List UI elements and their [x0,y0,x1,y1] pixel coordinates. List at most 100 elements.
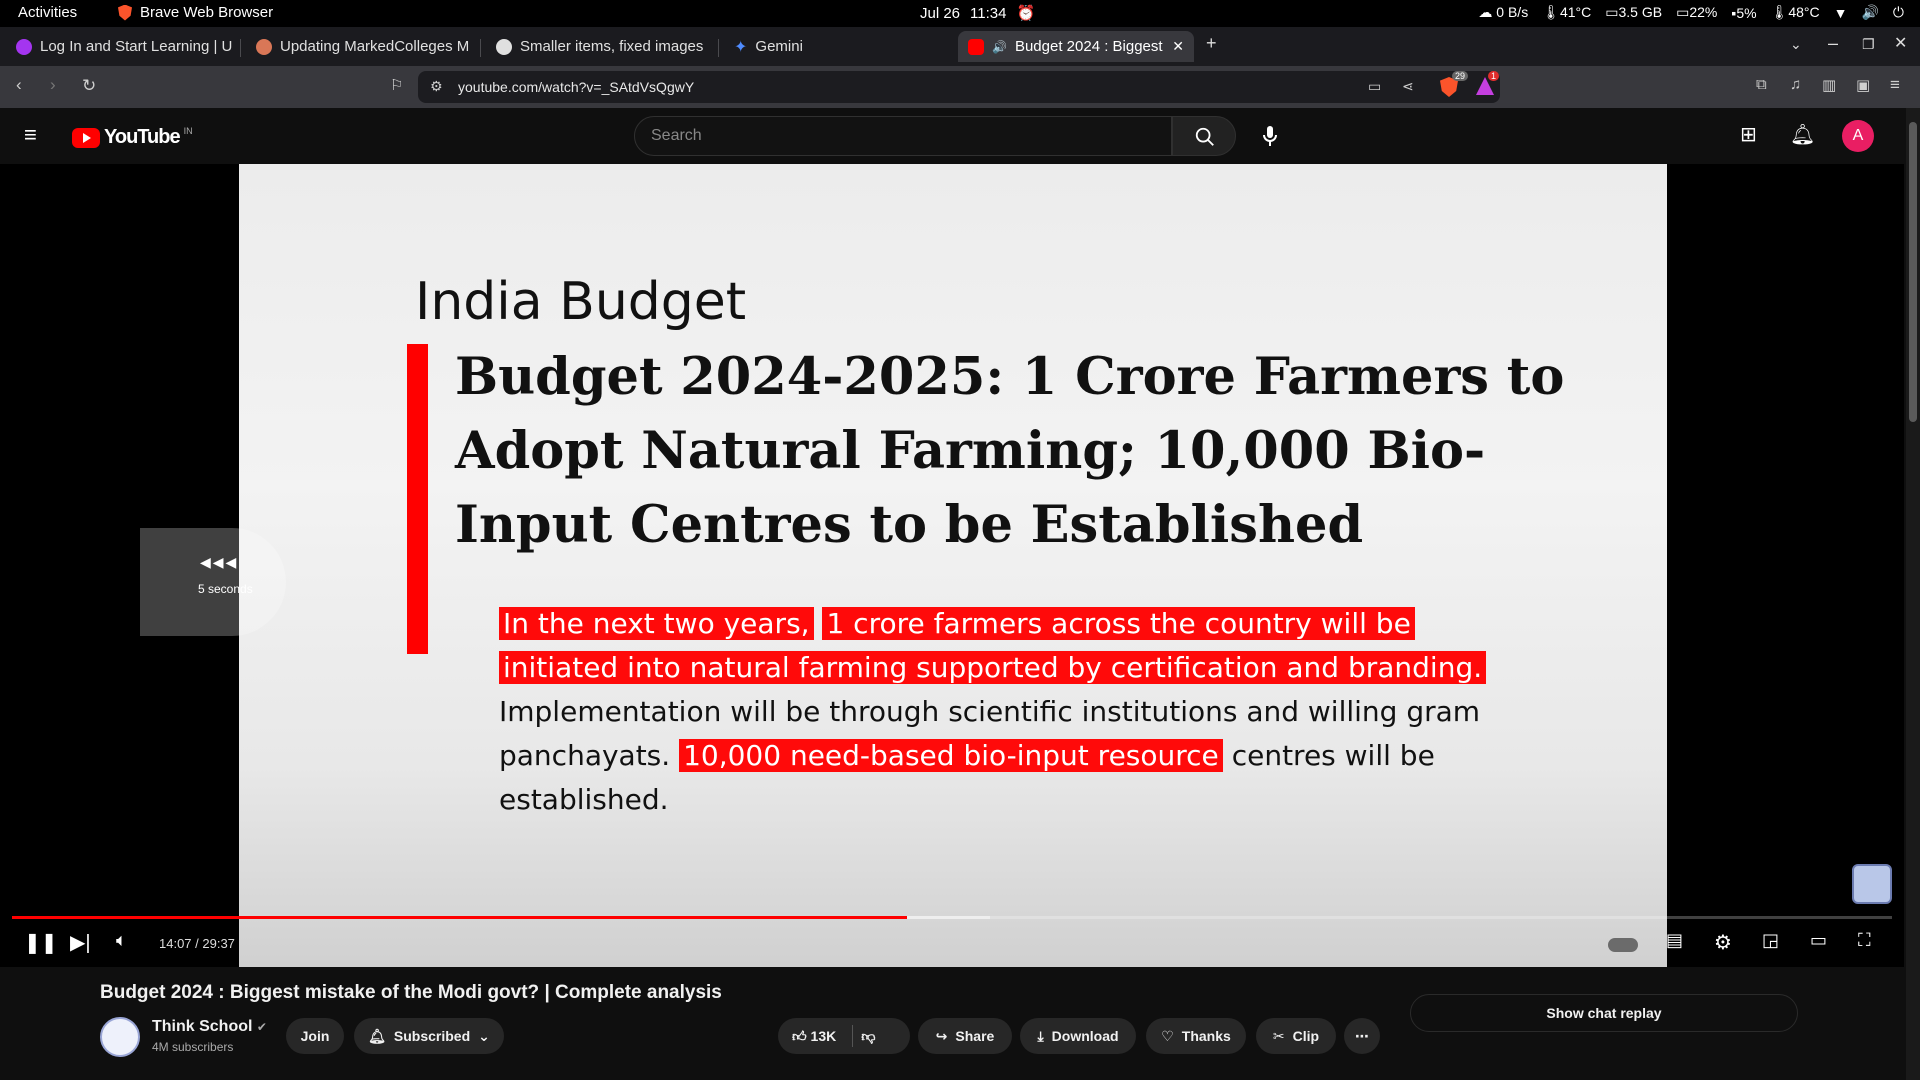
thanks-button[interactable]: ♡ Thanks [1146,1018,1246,1054]
share-arrow-icon: ↪ [935,1027,948,1044]
restore-icon[interactable]: ❐ [1862,36,1875,53]
address-bar[interactable]: ⚙ youtube.com/watch?v=_SAtdVsQgwY ▭ ⋖ 29… [418,71,1500,103]
autoplay-toggle[interactable] [1608,938,1638,952]
clip-button[interactable]: ✂ Clip [1256,1018,1336,1054]
subscribed-button[interactable]: 🔔︎ Subscribed ⌄ [354,1018,504,1054]
wifi-icon: ▼ [1833,4,1848,21]
show-chat-replay-button[interactable]: Show chat replay [1410,994,1798,1032]
time-label: 11:34 [970,4,1007,22]
tab-label: Smaller items, fixed images [520,38,704,55]
memory-indicator: ▭3.5 GB [1605,4,1663,20]
audio-playing-icon[interactable]: 🔊 [992,40,1007,54]
tab-divider [240,39,241,57]
slide-headline: Budget 2024-2025: 1 Crore Farmers to Ado… [455,347,1565,555]
youtube-wordmark: YouTube [104,126,181,148]
video-player[interactable]: India Budget Budget 2024-2025: 1 Crore F… [0,164,1904,967]
scrollbar-thumb[interactable] [1909,122,1917,422]
settings-gear-icon[interactable]: ⚙ [1714,930,1732,955]
played-bar [12,916,908,919]
menu-icon[interactable]: ≡ [1890,75,1900,95]
forward-icon[interactable]: › [50,75,56,95]
account-avatar[interactable]: A [1842,120,1874,152]
new-tab-icon[interactable]: + [1206,33,1217,54]
download-button[interactable]: ⤓ Download [1020,1018,1136,1054]
more-actions-button[interactable]: ⋯ [1344,1018,1380,1054]
player-controls: ❚❚ ▶| 🔈︎ 14:07 / 29:37 ▤ ⚙ ◲ ▭ ⛶ [0,922,1904,967]
share-label: Share [955,1028,995,1044]
tab-divider [480,39,481,57]
bookmark-icon[interactable]: ⚐ [390,76,403,94]
notifications-bell-icon[interactable]: 🔔︎ [1790,122,1815,147]
minimize-icon[interactable]: – [1828,33,1838,54]
channel-watermark[interactable] [1852,864,1892,904]
bell-icon: 🔔︎ [368,1027,386,1044]
video-frame: India Budget Budget 2024-2025: 1 Crore F… [239,164,1667,967]
pause-icon[interactable]: ❚❚ [24,930,58,955]
next-video-icon[interactable]: ▶| [70,930,91,955]
page-scrollbar[interactable] [1906,108,1920,1080]
site-settings-icon[interactable]: ⚙ [430,78,443,95]
thanks-label: Thanks [1181,1028,1231,1044]
url-text[interactable]: youtube.com/watch?v=_SAtdVsQgwY [458,79,694,95]
reload-icon[interactable]: ↻ [82,76,96,96]
like-button[interactable]: 👍︎ 13K [792,1028,836,1045]
gemini-sparkle-icon: ✦ [734,38,748,56]
tab-label: Updating MarkedColleges M [280,38,470,55]
dislike-button[interactable]: 👎︎ [861,1028,875,1045]
clock[interactable]: Jul 26 11:34 ⏰ [920,4,1036,23]
udemy-favicon-icon [16,38,32,55]
share-url-icon[interactable]: ⋖ [1402,78,1414,95]
close-window-icon[interactable]: ✕ [1894,33,1907,53]
progress-bar[interactable] [12,916,1892,919]
theater-mode-icon[interactable]: ▭ [1810,930,1827,951]
join-button[interactable]: Join [286,1018,344,1054]
system-top-bar: Activities Brave Web Browser Jul 26 11:3… [0,0,1920,27]
channel-avatar[interactable] [100,1017,140,1057]
tab-claude[interactable]: Updating MarkedColleges M [246,31,474,62]
wallet-icon[interactable]: ▣ [1856,76,1870,94]
network-speed-indicator: ☁ 0 B/s [1478,4,1529,20]
claude-favicon-icon [256,38,272,55]
tab-youtube-active[interactable]: 🔊 Budget 2024 : Biggest ✕ [958,31,1194,62]
tab-label: Budget 2024 : Biggest [1014,38,1163,55]
create-video-icon[interactable]: ⊞ [1740,122,1757,147]
channel-name[interactable]: Think School ✔ [152,1018,267,1036]
miniplayer-icon[interactable]: ◲ [1762,930,1779,951]
seek-back-overlay: ◀◀◀ 5 seconds [140,528,286,636]
media-icon[interactable]: ♫ [1790,76,1801,93]
tab-divider [718,39,719,57]
activities-button[interactable]: Activities [18,4,77,21]
sidebar-icon[interactable]: ▥ [1822,76,1836,94]
gpu-temp-indicator: 🌡48°C [1770,4,1820,20]
search-input[interactable] [635,117,1171,155]
tab-gemini[interactable]: ✦ Gemini [724,31,914,62]
system-indicators[interactable]: ☁ 0 B/s 🌡41°C ▭3.5 GB ▭22% ▪5% 🌡48°C ▼ 🔊… [1478,4,1904,21]
tab-udemy[interactable]: Log In and Start Learning | U [6,31,232,62]
seek-label: 5 seconds [198,582,253,596]
back-icon[interactable]: ‹ [16,75,22,95]
navigation-bar: ‹ › ↻ ⚐ ⚙ youtube.com/watch?v=_SAtdVsQgw… [0,66,1920,108]
cast-icon[interactable]: ▭ [1368,78,1381,95]
rewards-count-badge: 1 [1488,71,1500,81]
app-menu[interactable]: Brave Web Browser [118,4,273,21]
voice-search-button[interactable] [1250,116,1290,156]
close-tab-icon[interactable]: ✕ [1172,38,1184,55]
alarm-icon: ⏰ [1016,5,1036,22]
share-button[interactable]: ↪ Share [918,1018,1012,1054]
youtube-logo[interactable]: YouTube IN [72,126,193,149]
tab-search-chevron-icon[interactable]: ⌄ [1790,36,1802,53]
time-display: 14:07 / 29:37 [159,936,235,951]
scissors-icon: ✂ [1272,1027,1285,1044]
search-box[interactable] [634,116,1172,156]
tab-chatgpt[interactable]: Smaller items, fixed images [486,31,712,62]
hamburger-menu-icon[interactable]: ≡ [24,122,37,148]
cpu-load-indicator: ▭22% [1676,4,1718,20]
extensions-icon[interactable]: ⧉ [1756,76,1767,93]
disk-indicator: ▪5% [1731,4,1757,21]
rewind-arrows-icon: ◀◀◀ [200,554,239,570]
search-button[interactable] [1172,116,1236,156]
subtitles-icon[interactable]: ▤ [1666,930,1683,951]
volume-icon[interactable]: 🔈︎ [116,930,127,951]
fullscreen-icon[interactable]: ⛶ [1858,930,1871,951]
subscribed-label: Subscribed [393,1028,471,1044]
